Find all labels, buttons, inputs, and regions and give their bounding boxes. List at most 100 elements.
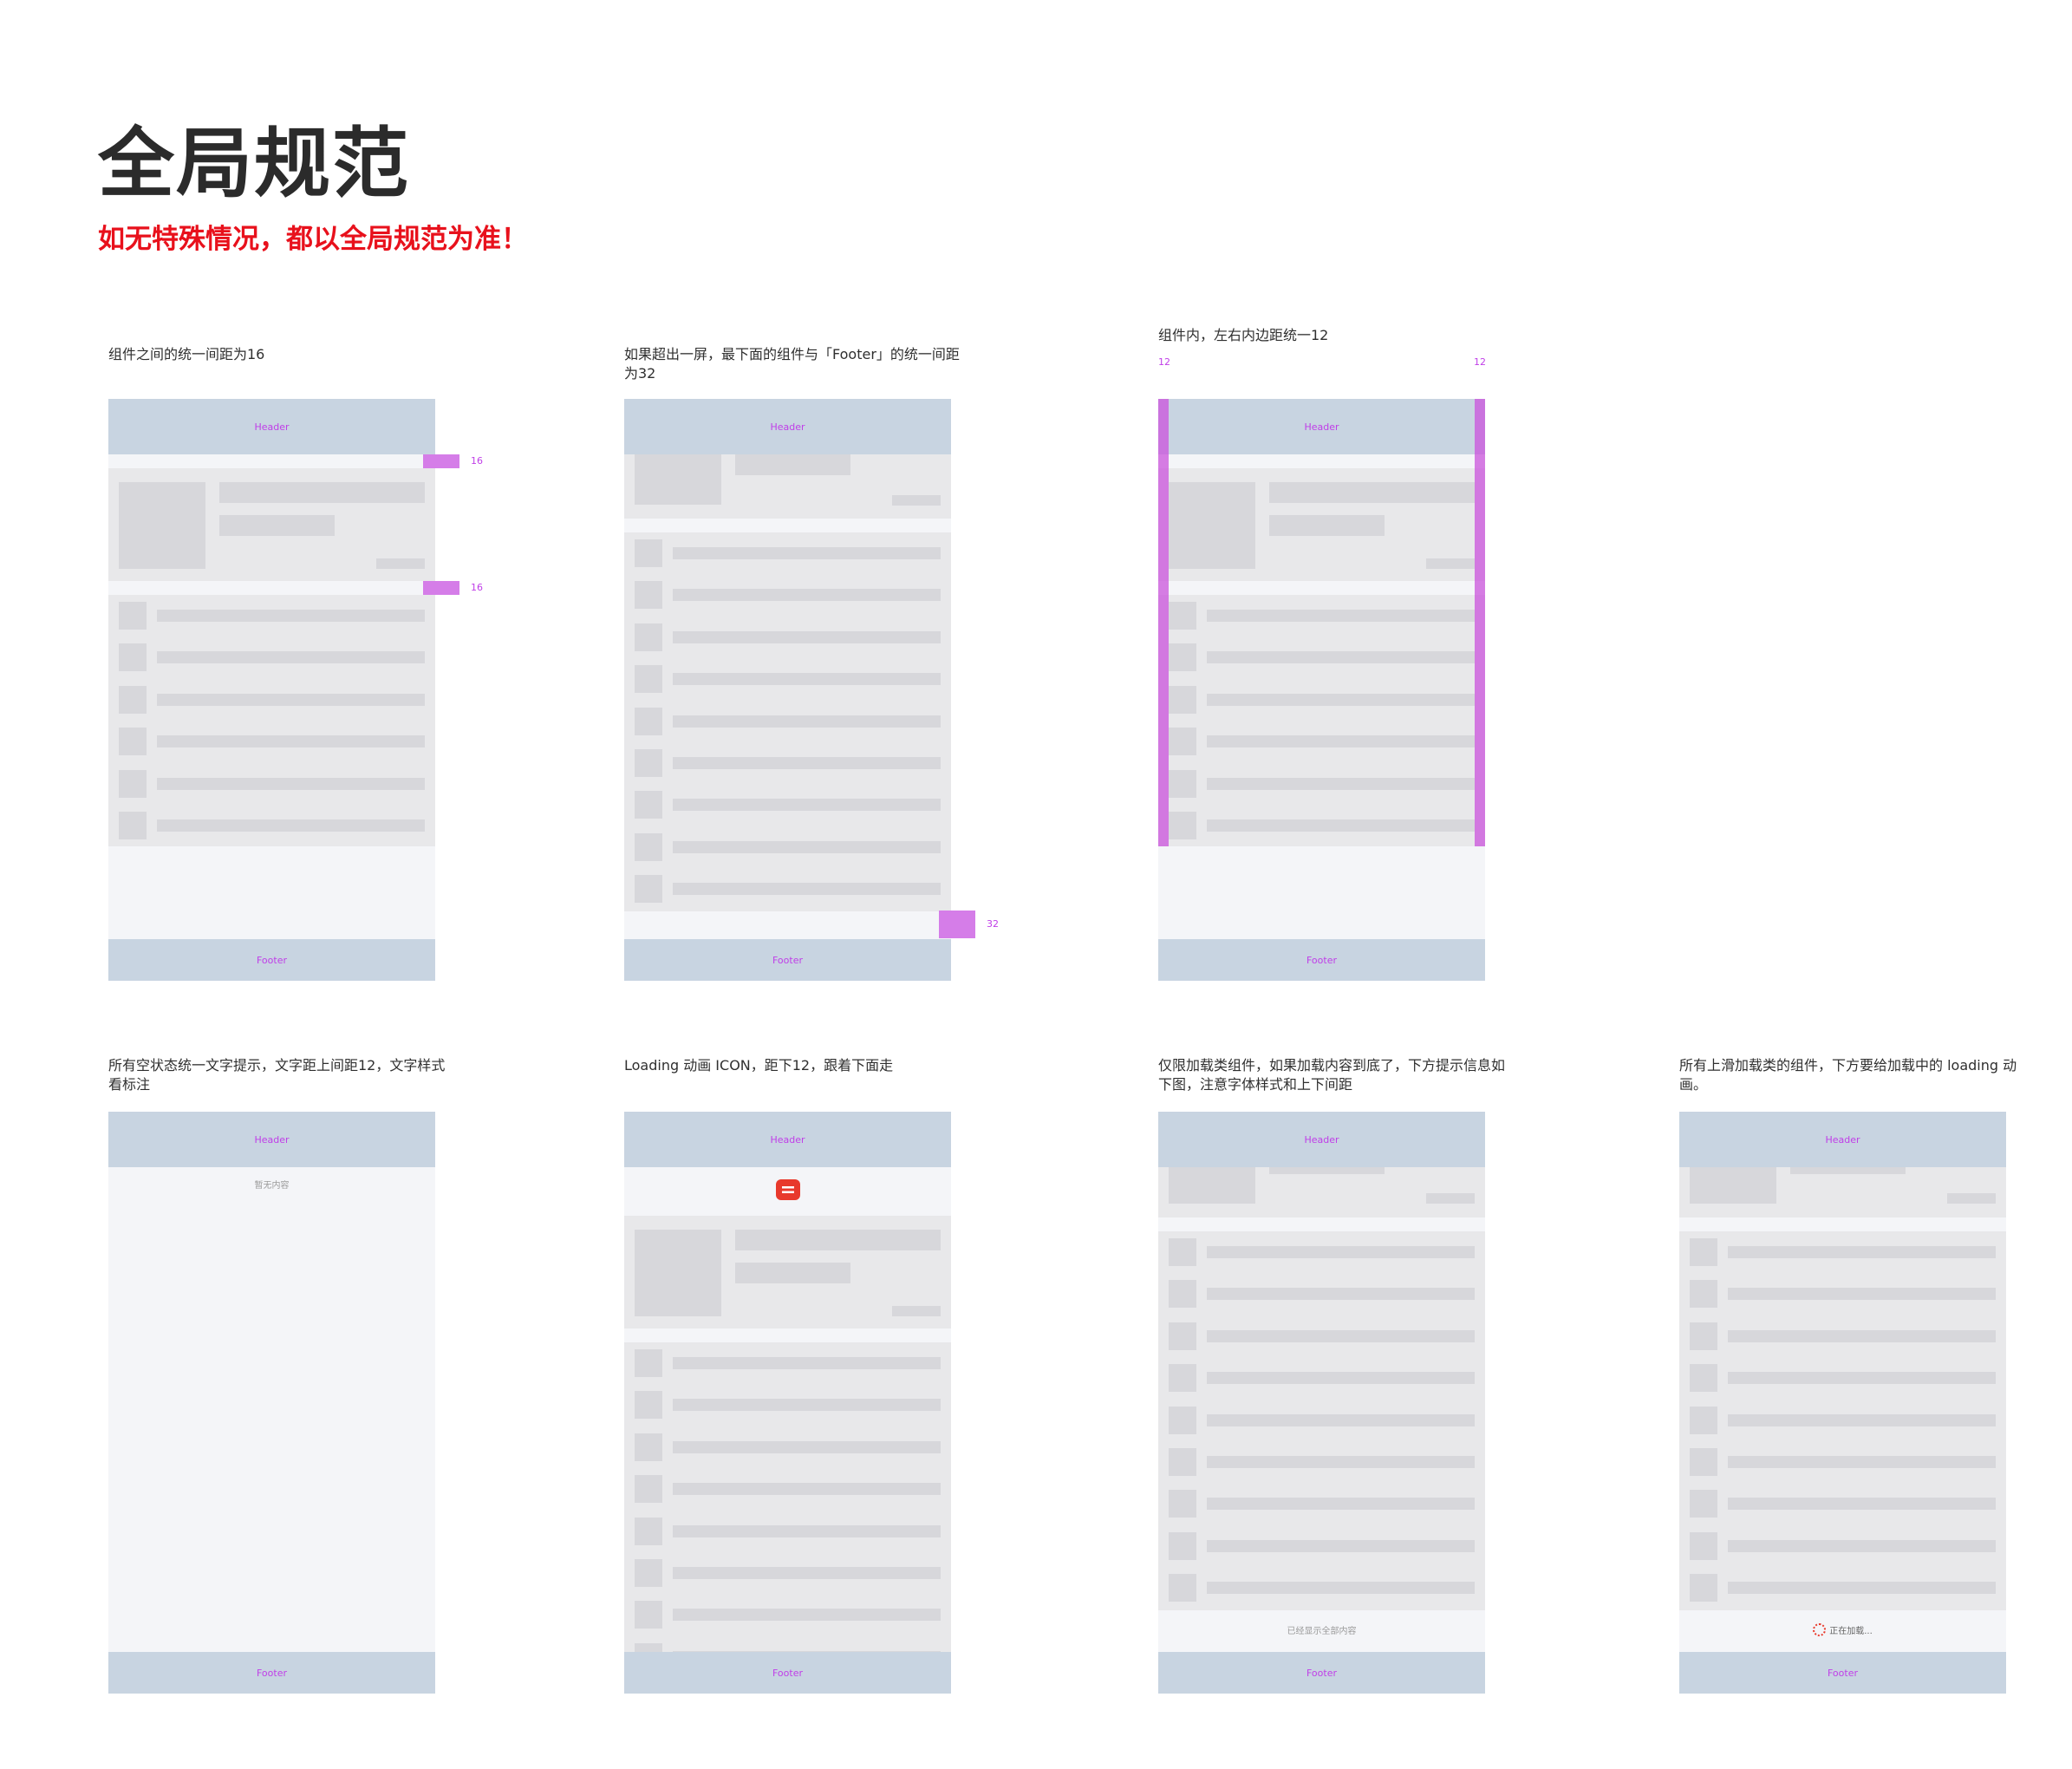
list-item-icon-placeholder (635, 1517, 662, 1545)
media-card (624, 454, 951, 519)
list-item-line-placeholder (1207, 1246, 1475, 1258)
list-item-line-placeholder (673, 1440, 941, 1453)
list-card (624, 1342, 951, 1671)
spacing-label: 32 (987, 918, 999, 930)
loading-text: 正在加载... (1829, 1627, 1873, 1636)
header-bar: Header (624, 399, 951, 454)
list-item-icon-placeholder (1169, 728, 1196, 756)
list-item-icon-placeholder (635, 1601, 662, 1629)
list-item-icon-placeholder (1690, 1364, 1717, 1393)
list-item-line-placeholder (1207, 1539, 1475, 1552)
thumbnail-placeholder (1690, 1167, 1776, 1204)
list-item-line-placeholder (1207, 777, 1475, 790)
thumbnail-placeholder (1169, 482, 1255, 569)
list-item-icon-placeholder (1690, 1490, 1717, 1518)
list-item-line-placeholder (1207, 1456, 1475, 1468)
list-item-line-placeholder (1207, 1498, 1475, 1511)
list-item-line-placeholder (157, 735, 425, 748)
panel-5-phone: Header Footer (624, 1112, 951, 1694)
list-item-line-placeholder (157, 651, 425, 664)
media-card (108, 468, 435, 581)
panel-5-description: Loading 动画 ICON，距下12，跟着下面走 (624, 1057, 894, 1074)
list-item-icon-placeholder (635, 1559, 662, 1587)
list-item-line-placeholder (673, 1357, 941, 1369)
list-item-line-placeholder (673, 840, 941, 853)
panel-1-phone: Header Footer (108, 399, 435, 981)
list-item-line-placeholder (1728, 1288, 1996, 1301)
meta-placeholder (892, 495, 941, 506)
list-item-icon-placeholder (1169, 1238, 1196, 1266)
spinner-icon (1813, 1623, 1827, 1636)
title-placeholder (735, 1230, 941, 1250)
list-item-icon-placeholder (119, 728, 147, 756)
list-item-line-placeholder (1207, 693, 1475, 706)
list-item-icon-placeholder (635, 1391, 662, 1420)
list-item-line-placeholder (673, 1483, 941, 1496)
list-item-line-placeholder (157, 777, 425, 790)
list-item-icon-placeholder (1690, 1406, 1717, 1434)
list-item-line-placeholder (1728, 1413, 1996, 1426)
spacing-marker (423, 454, 459, 468)
list-item-icon-placeholder (1690, 1448, 1717, 1476)
list-item-icon-placeholder (635, 1433, 662, 1461)
footer-bar: Footer (624, 939, 951, 981)
title-placeholder (219, 482, 425, 503)
meta-placeholder (1947, 1193, 1996, 1204)
panel-2-phone: Header Footer (624, 399, 951, 981)
list-item-line-placeholder (673, 547, 941, 559)
panel-7-phone: Header 正在加载... Footer (1679, 1112, 2006, 1694)
meta-placeholder (892, 1306, 941, 1316)
list-item-line-placeholder (1728, 1456, 1996, 1468)
panel-6-description: 仅限加载类组件，如果加载内容到底了，下方提示信息如下图，注意字体样式和上下间距 (1158, 1057, 1506, 1093)
list-item-line-placeholder (673, 757, 941, 769)
list-card (1158, 595, 1485, 846)
list-item-line-placeholder (673, 1609, 941, 1622)
page-title: 全局规范 (98, 119, 411, 208)
list-item-icon-placeholder (1169, 685, 1196, 714)
list-item-line-placeholder (673, 1524, 941, 1537)
thumbnail-placeholder (635, 454, 721, 505)
list-item-icon-placeholder (1690, 1280, 1717, 1309)
media-card (1158, 468, 1485, 581)
list-item-icon-placeholder (1169, 643, 1196, 672)
panel-4-phone: Header 暂无内容 Footer (108, 1112, 435, 1694)
list-item-icon-placeholder (635, 749, 662, 777)
thumbnail-placeholder (1169, 1167, 1255, 1204)
list-item-icon-placeholder (1169, 769, 1196, 798)
list-item-icon-placeholder (119, 812, 147, 839)
list-item-line-placeholder (1728, 1539, 1996, 1552)
panel-6-phone: Header 已经显示全部内容 Footer (1158, 1112, 1485, 1694)
list-item-line-placeholder (1207, 1372, 1475, 1385)
list-item-icon-placeholder (635, 665, 662, 694)
list-item-line-placeholder (1207, 1329, 1475, 1342)
list-item-line-placeholder (157, 610, 425, 622)
meta-placeholder (376, 558, 425, 569)
list-item-icon-placeholder (119, 643, 147, 672)
list-item-line-placeholder (673, 673, 941, 686)
header-bar: Header (108, 1112, 435, 1167)
list-card (1679, 1231, 2006, 1610)
spacing-label: 16 (471, 582, 483, 593)
list-item-line-placeholder (1728, 1329, 1996, 1342)
spacing-marker (939, 911, 975, 938)
subtitle-placeholder (1790, 1167, 1906, 1174)
list-item-line-placeholder (1728, 1372, 1996, 1385)
padding-marker-right (1475, 399, 1485, 846)
footer-bar: Footer (108, 1652, 435, 1694)
list-item-icon-placeholder (119, 685, 147, 714)
subtitle-placeholder (1269, 1167, 1385, 1174)
spacing-label: 16 (471, 455, 483, 467)
list-item-icon-placeholder (635, 1349, 662, 1377)
list-item-icon-placeholder (1169, 812, 1196, 839)
list-item-icon-placeholder (1169, 1322, 1196, 1350)
panel-2-description: 如果超出一屏，最下面的组件与「Footer」的统一间距为32 (624, 346, 960, 382)
list-item-icon-placeholder (1169, 1490, 1196, 1518)
list-item-icon-placeholder (635, 539, 662, 567)
list-item-line-placeholder (673, 1567, 941, 1579)
list-item-icon-placeholder (1169, 602, 1196, 630)
thumbnail-placeholder (119, 482, 205, 569)
list-item-line-placeholder (1207, 1288, 1475, 1301)
list-item-line-placeholder (1207, 651, 1475, 664)
footer-bar: Footer (108, 939, 435, 981)
list-item-icon-placeholder (119, 602, 147, 630)
